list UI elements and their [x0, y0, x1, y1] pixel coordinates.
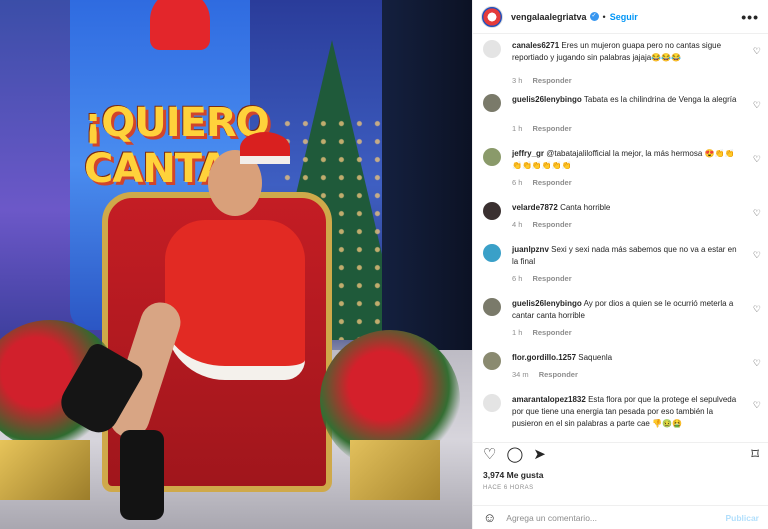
- add-comment-bar: ☺ Publicar: [473, 505, 768, 529]
- comment-like-icon[interactable]: ♡: [753, 100, 761, 111]
- comment-username[interactable]: jeffry_gr: [512, 149, 544, 158]
- comment-username[interactable]: amarantalopez1832: [512, 395, 586, 404]
- commenter-avatar[interactable]: [483, 148, 501, 166]
- likes-count[interactable]: 3,974 Me gusta: [483, 470, 543, 480]
- comment-body: velarde7872 Canta horrible: [512, 202, 744, 214]
- reply-button[interactable]: Responder: [539, 370, 578, 379]
- comment-text: @tabatajalilofficial la mejor, la más he…: [512, 149, 735, 170]
- sign-text-line-1: ¡QUIERO: [84, 100, 270, 146]
- reply-button[interactable]: Responder: [532, 220, 571, 229]
- comment-meta: 6 h Responder: [512, 274, 572, 283]
- commenter-avatar[interactable]: [483, 202, 501, 220]
- comment-username[interactable]: velarde7872: [512, 203, 558, 212]
- comment-time: 34 m: [512, 370, 529, 379]
- bookmark-icon[interactable]: ⌑: [751, 447, 759, 462]
- santa-hat: [240, 132, 290, 164]
- comment-time: 6 h: [512, 274, 523, 283]
- comment-username[interactable]: guelis26lenybingo: [512, 95, 582, 104]
- comment-meta: 4 h Responder: [512, 220, 572, 229]
- emoji-icon[interactable]: ☺: [483, 510, 496, 525]
- comment-body: juanlpznv Sexi y sexi nada más sabemos q…: [512, 244, 744, 268]
- reply-button[interactable]: Responder: [532, 328, 571, 337]
- reply-button[interactable]: Responder: [532, 274, 571, 283]
- comment-body: jeffry_gr @tabatajalilofficial la mejor,…: [512, 148, 744, 172]
- commenter-avatar[interactable]: [483, 298, 501, 316]
- stage-dark-area: [382, 0, 472, 360]
- follow-button[interactable]: Seguir: [610, 12, 638, 22]
- comment-body: flor.gordillo.1257 Saquenla: [512, 352, 744, 364]
- commenter-avatar[interactable]: [483, 244, 501, 262]
- comment-meta: 1 h Responder: [512, 328, 572, 337]
- more-options-icon[interactable]: •••: [741, 9, 759, 25]
- comment-username[interactable]: guelis26lenybingo: [512, 299, 582, 308]
- comment-like-icon[interactable]: ♡: [753, 400, 761, 411]
- comment-meta: 3 h Responder: [512, 76, 572, 85]
- comment-body: canales6271 Eres un mujeron guapa pero n…: [512, 40, 744, 64]
- comment-like-icon[interactable]: ♡: [753, 250, 761, 261]
- post-time: HACE 6 HORAS: [483, 485, 534, 491]
- comment-input[interactable]: [506, 512, 726, 523]
- comment-text: Tabata es la chilindrina de Venga la ale…: [583, 95, 737, 104]
- comment-time: 3 h: [512, 76, 523, 85]
- comment-text: Canta horrible: [560, 203, 611, 212]
- comment-like-icon[interactable]: ♡: [753, 358, 761, 369]
- post-sidebar: vengalaalegriatva ✓ • Seguir ••• canales…: [472, 0, 768, 529]
- commenter-avatar[interactable]: [483, 394, 501, 412]
- comment-username[interactable]: canales6271: [512, 41, 559, 50]
- separator-dot: •: [602, 11, 606, 22]
- reply-button[interactable]: Responder: [532, 124, 571, 133]
- comment-like-icon[interactable]: ♡: [753, 304, 761, 315]
- boot-right: [120, 430, 164, 520]
- commenter-avatar[interactable]: [483, 94, 501, 112]
- comment-username[interactable]: juanlpznv: [512, 245, 549, 254]
- comment-text: Saquenla: [578, 353, 613, 362]
- share-send-icon[interactable]: ➤: [533, 447, 546, 462]
- like-heart-icon[interactable]: ♡: [483, 447, 496, 462]
- post-actions-bar: ♡ ◯ ➤ ⌑: [473, 442, 768, 466]
- sign-hat-decoration: [150, 0, 210, 50]
- comment-like-icon[interactable]: ♡: [753, 154, 761, 165]
- comment-time: 4 h: [512, 220, 523, 229]
- santa-dress: [165, 220, 305, 380]
- reply-button[interactable]: Responder: [532, 178, 571, 187]
- comment-body: amarantalopez1832 Esta flora por que la …: [512, 394, 744, 430]
- comment-like-icon[interactable]: ♡: [753, 46, 761, 57]
- comments-list[interactable]: canales6271 Eres un mujeron guapa pero n…: [473, 34, 768, 442]
- comment-time: 6 h: [512, 178, 523, 187]
- comment-body: guelis26lenybingo Ay por dios a quien se…: [512, 298, 744, 322]
- gift-right: [350, 440, 440, 500]
- comment-username[interactable]: flor.gordillo.1257: [512, 353, 576, 362]
- comment-meta: 1 h Responder: [512, 124, 572, 133]
- comment-body: guelis26lenybingo Tabata es la chilindri…: [512, 94, 744, 106]
- reply-button[interactable]: Responder: [532, 76, 571, 85]
- comment-meta: 34 m Responder: [512, 370, 578, 379]
- comment-time: 1 h: [512, 328, 523, 337]
- comment-like-icon[interactable]: ♡: [753, 208, 761, 219]
- comment-time: 1 h: [512, 124, 523, 133]
- post-photo[interactable]: ¡QUIERO CANTA: [0, 0, 472, 529]
- comment-meta: 6 h Responder: [512, 178, 572, 187]
- verified-badge-icon: ✓: [589, 12, 599, 21]
- post-comment-button[interactable]: Publicar: [725, 513, 759, 523]
- commenter-avatar[interactable]: [483, 40, 501, 58]
- comment-bubble-icon[interactable]: ◯: [506, 447, 523, 462]
- post-header: vengalaalegriatva ✓ • Seguir •••: [473, 0, 768, 34]
- account-avatar[interactable]: [481, 5, 503, 28]
- gift-left: [0, 440, 90, 500]
- account-username[interactable]: vengalaalegriatva: [511, 12, 587, 22]
- commenter-avatar[interactable]: [483, 352, 501, 370]
